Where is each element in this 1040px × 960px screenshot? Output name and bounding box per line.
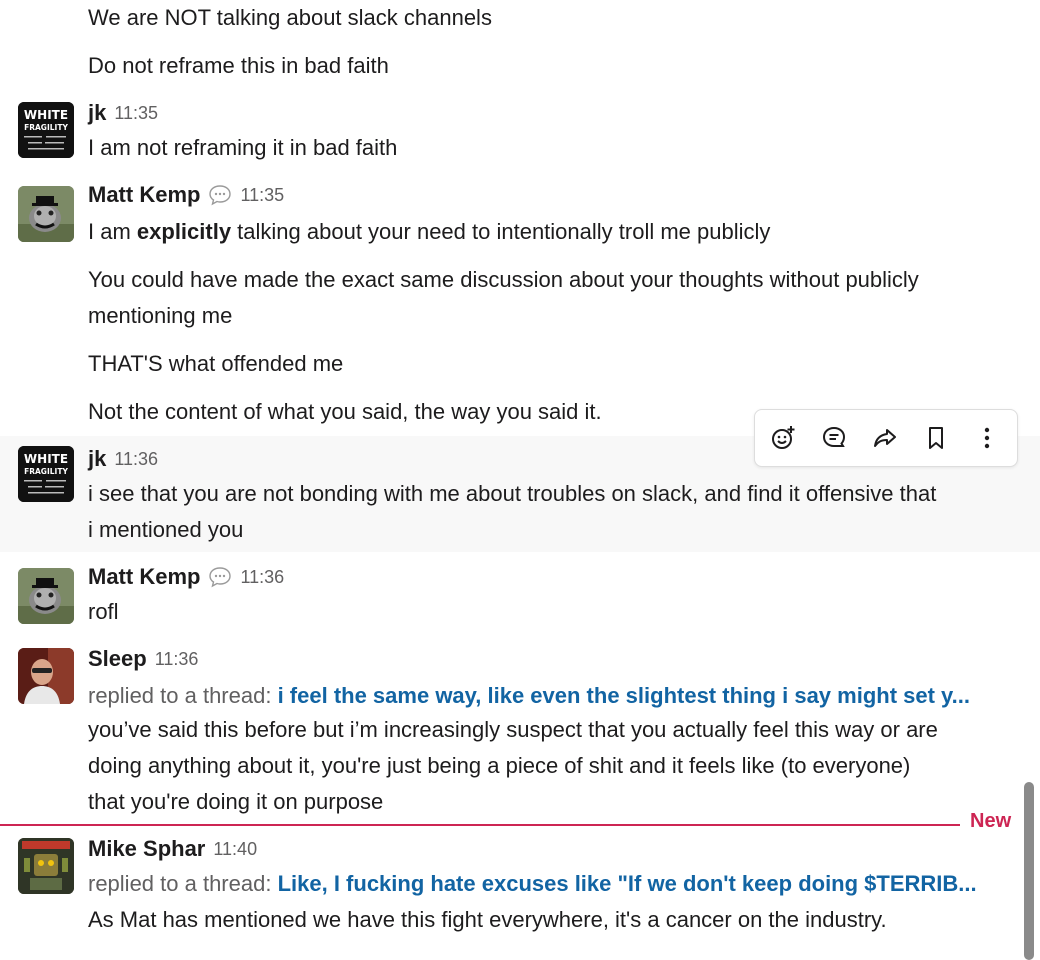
reply-in-thread-icon[interactable] <box>818 422 850 454</box>
message-text: you’ve said this before but i’m increasi… <box>88 717 938 742</box>
timestamp[interactable]: 11:40 <box>213 839 257 859</box>
message-text: rofl <box>88 599 119 624</box>
author-name[interactable]: Sleep <box>88 646 147 671</box>
share-icon[interactable] <box>869 422 901 454</box>
message-text: I am not reframing it in bad faith <box>88 135 398 160</box>
message-text: Do not reframe this in bad faith <box>88 53 389 78</box>
timestamp[interactable]: 11:35 <box>114 103 158 123</box>
cover-subtitle: FRAGILITY <box>24 123 68 132</box>
timestamp[interactable]: 11:36 <box>240 567 284 587</box>
author-name[interactable]: Matt Kemp <box>88 182 200 207</box>
game-cover-avatar <box>18 838 74 894</box>
message-header: Matt Kemp 11:36 <box>88 562 284 592</box>
message-header: Mike Sphar 11:40 <box>88 834 257 864</box>
message-text: that you're doing it on purpose <box>88 789 384 814</box>
avatar[interactable]: WHITE FRAGILITY <box>18 102 74 158</box>
message-text: I am explicitly talking about your need … <box>88 219 771 244</box>
add-reaction-icon[interactable] <box>767 422 799 454</box>
message-header: Matt Kemp 11:35 <box>88 180 284 210</box>
thread-link[interactable]: Like, I fucking hate excuses like "If we… <box>278 871 977 896</box>
person-photo-avatar <box>18 648 74 704</box>
avatar[interactable]: WHITE FRAGILITY <box>18 446 74 502</box>
avatar[interactable] <box>18 186 74 242</box>
message-text: mentioning me <box>88 303 233 328</box>
message-header: Sleep 11:36 <box>88 644 198 674</box>
avatar[interactable] <box>18 648 74 704</box>
cover-title: WHITE <box>24 108 68 122</box>
author-name[interactable]: Matt Kemp <box>88 564 200 589</box>
message-text: i see that you are not bonding with me a… <box>88 481 937 506</box>
bookmark-icon[interactable] <box>920 422 952 454</box>
author-name[interactable]: jk <box>88 446 106 471</box>
timestamp[interactable]: 11:36 <box>114 449 158 469</box>
message-header: jk 11:35 <box>88 98 158 128</box>
speech-bubble-status-icon[interactable] <box>208 184 232 206</box>
author-name[interactable]: Mike Sphar <box>88 836 205 861</box>
message-text: As Mat has mentioned we have this fight … <box>88 907 887 932</box>
message-actions-toolbar <box>754 409 1018 467</box>
thread-reply-line: replied to a thread: Like, I fucking hat… <box>88 866 977 902</box>
thread-link[interactable]: i feel the same way, like even the sligh… <box>278 683 970 708</box>
scrollbar-thumb[interactable] <box>1024 782 1034 960</box>
replied-label: replied to a thread: <box>88 871 278 896</box>
author-name[interactable]: jk <box>88 100 106 125</box>
timestamp[interactable]: 11:36 <box>155 649 199 669</box>
message-text: i mentioned you <box>88 517 244 542</box>
white-fragility-book-cover: WHITE FRAGILITY <box>18 102 74 158</box>
bold-text: explicitly <box>136 219 232 244</box>
speech-bubble-status-icon[interactable] <box>208 566 232 588</box>
message-text: doing anything about it, you're just bei… <box>88 753 911 778</box>
emu-avatar-image <box>18 568 74 624</box>
avatar[interactable] <box>18 838 74 894</box>
emu-avatar-image <box>18 186 74 242</box>
thread-reply-line: replied to a thread: i feel the same way… <box>88 678 970 714</box>
avatar[interactable] <box>18 568 74 624</box>
message-text: You could have made the exact same discu… <box>88 267 919 292</box>
new-messages-divider <box>0 824 960 826</box>
new-messages-label: New <box>970 810 1012 832</box>
white-fragility-book-cover: WHITE FRAGILITY <box>18 446 74 502</box>
message-text: We are NOT talking about slack channels <box>88 5 492 30</box>
timestamp[interactable]: 11:35 <box>240 185 284 205</box>
message-text: THAT'S what offended me <box>88 351 344 376</box>
message-header: jk 11:36 <box>88 444 158 474</box>
more-actions-icon[interactable] <box>971 422 1003 454</box>
cover-title: WHITE <box>24 452 68 466</box>
cover-subtitle: FRAGILITY <box>24 467 68 476</box>
replied-label: replied to a thread: <box>88 683 278 708</box>
message-text: Not the content of what you said, the wa… <box>88 399 602 424</box>
